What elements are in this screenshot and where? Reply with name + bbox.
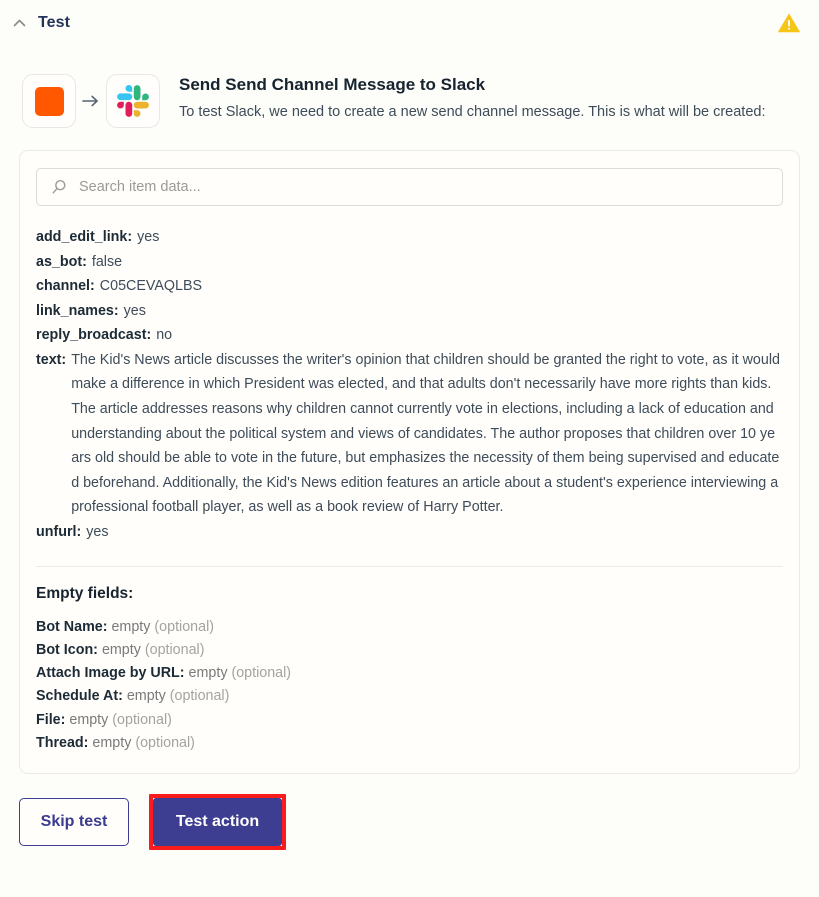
field-key: add_edit_link: xyxy=(36,229,133,245)
field-row: channel: C05CEVAQLBS xyxy=(36,274,783,299)
test-section-header: Test xyxy=(0,0,819,46)
skip-test-button[interactable]: Skip test xyxy=(19,798,129,847)
field-value: no xyxy=(156,327,173,344)
empty-field-note: (optional) xyxy=(169,688,230,705)
test-action-button[interactable]: Test action xyxy=(153,798,282,847)
field-key: unfurl: xyxy=(36,523,82,540)
field-value: yes xyxy=(137,229,160,245)
action-description: To test Slack, we need to create a new s… xyxy=(179,104,766,121)
empty-fields-title: Empty fields: xyxy=(36,584,134,602)
empty-field-key: Attach Image by URL: xyxy=(36,665,185,682)
empty-field-value: empty xyxy=(69,711,109,728)
empty-field-row: Bot Name: empty (optional) xyxy=(36,616,783,639)
empty-field-note: (optional) xyxy=(154,618,215,635)
footer-actions: Skip test Test action xyxy=(0,774,819,851)
field-value: false xyxy=(91,253,123,270)
empty-field-value: empty xyxy=(101,641,141,658)
empty-field-note: (optional) xyxy=(112,711,172,728)
action-intro: Send Send Channel Message to Slack To te… xyxy=(0,46,819,128)
empty-field-value: empty xyxy=(126,688,166,705)
empty-field-row: Bot Icon: empty (optional) xyxy=(36,639,783,662)
search-field-wrapper xyxy=(36,168,783,206)
field-value: yes xyxy=(123,302,146,319)
empty-field-key: File: xyxy=(36,711,66,728)
field-value: C05CEVAQLBS xyxy=(99,278,203,295)
empty-field-value: empty xyxy=(111,618,151,635)
page-title: Test xyxy=(38,14,71,31)
arrow-right-icon xyxy=(76,93,106,109)
source-app-tile xyxy=(22,74,76,128)
empty-field-row: File: empty (optional) xyxy=(36,709,783,732)
empty-field-value: empty xyxy=(92,735,132,751)
warning-triangle-icon xyxy=(776,10,802,36)
empty-field-key: Thread: xyxy=(36,735,89,751)
intro-text-block: Send Send Channel Message to Slack To te… xyxy=(160,72,766,123)
field-value: The Kid's News article discusses the wri… xyxy=(71,351,780,516)
empty-field-key: Bot Name: xyxy=(36,618,108,635)
empty-field-row: Thread: empty (optional) xyxy=(36,732,783,755)
empty-field-row: Attach Image by URL: empty (optional) xyxy=(36,662,783,685)
field-row: text: The Kid's News article discusses t… xyxy=(36,348,783,520)
empty-field-key: Schedule At: xyxy=(36,688,123,705)
field-key: link_names: xyxy=(36,302,119,319)
empty-field-row: Schedule At: empty (optional) xyxy=(36,685,783,708)
search-input[interactable] xyxy=(36,168,783,206)
item-field-list: add_edit_link: yes as_bot: false channel… xyxy=(36,225,783,545)
slack-logo-icon xyxy=(117,85,149,117)
field-row: add_edit_link: yes xyxy=(36,225,783,250)
item-data-card: add_edit_link: yes as_bot: false channel… xyxy=(19,150,800,775)
field-row: unfurl: yes xyxy=(36,520,783,545)
field-key: as_bot: xyxy=(36,253,87,270)
field-key: channel: xyxy=(36,278,95,295)
field-row: link_names: yes xyxy=(36,299,783,324)
field-row: as_bot: false xyxy=(36,250,783,275)
target-app-tile xyxy=(106,74,160,128)
app-icon-pair xyxy=(22,72,160,128)
empty-field-note: (optional) xyxy=(144,641,205,658)
field-key: reply_broadcast: xyxy=(36,327,152,344)
empty-field-note: (optional) xyxy=(231,665,292,682)
empty-field-key: Bot Icon: xyxy=(36,641,98,658)
empty-field-value: empty xyxy=(188,665,228,682)
chevron-up-icon[interactable] xyxy=(6,10,32,36)
field-key: text: xyxy=(36,351,67,368)
action-title: Send Send Channel Message to Slack xyxy=(179,75,486,94)
field-row: reply_broadcast: no xyxy=(36,323,783,348)
empty-field-list: Bot Name: empty (optional) Bot Icon: emp… xyxy=(36,616,783,756)
section-divider xyxy=(36,565,783,567)
empty-field-note: (optional) xyxy=(135,735,195,751)
orange-square-app-icon xyxy=(34,86,64,116)
test-action-highlight: Test action xyxy=(149,794,286,851)
field-value: yes xyxy=(86,523,109,540)
